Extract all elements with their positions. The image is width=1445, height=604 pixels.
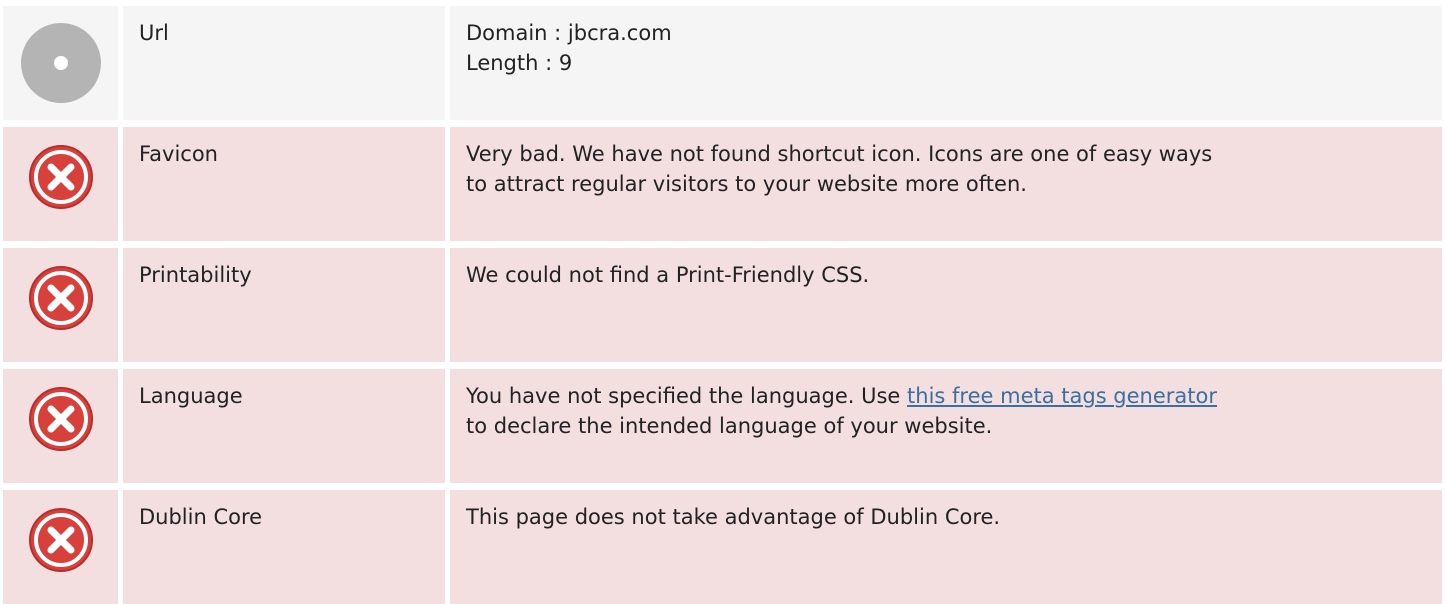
error-x-icon bbox=[28, 507, 94, 604]
row-description: Domain : jbcra.com Length : 9 bbox=[450, 6, 1442, 120]
neutral-dot-icon bbox=[20, 23, 101, 120]
error-x-icon bbox=[28, 265, 94, 362]
text-before-link: You have not specified the language. Use bbox=[466, 384, 908, 408]
status-cell bbox=[3, 6, 118, 120]
domain-line: Domain : jbcra.com bbox=[466, 21, 672, 45]
description-line: to attract regular visitors to your webs… bbox=[466, 172, 1027, 196]
error-x-icon bbox=[28, 144, 94, 241]
description-line: This page does not take advantage of Dub… bbox=[466, 505, 1001, 529]
description-line: We could not find a Print-Friendly CSS. bbox=[466, 263, 870, 287]
length-line: Length : 9 bbox=[466, 51, 573, 75]
row-description: You have not specified the language. Use… bbox=[450, 369, 1442, 483]
meta-tags-generator-link[interactable]: this free meta tags generator bbox=[907, 384, 1217, 408]
report-row-dublin-core: Dublin Core This page does not take adva… bbox=[3, 490, 1442, 604]
report-row-url: Url Domain : jbcra.com Length : 9 bbox=[3, 6, 1442, 120]
status-cell bbox=[3, 490, 118, 604]
row-description: Very bad. We have not found shortcut ico… bbox=[450, 127, 1442, 241]
row-label: Language bbox=[123, 369, 445, 483]
report-row-language: Language You have not specified the lang… bbox=[3, 369, 1442, 483]
row-label: Url bbox=[123, 6, 445, 120]
description-line: You have not specified the language. Use… bbox=[466, 381, 1428, 411]
status-cell bbox=[3, 127, 118, 241]
row-description: We could not find a Print-Friendly CSS. bbox=[450, 248, 1442, 362]
error-x-icon bbox=[28, 386, 94, 483]
description-line: Very bad. We have not found shortcut ico… bbox=[466, 142, 1213, 166]
seo-report-table: Url Domain : jbcra.com Length : 9 Favico… bbox=[3, 0, 1442, 604]
row-label: Printability bbox=[123, 248, 445, 362]
report-row-favicon: Favicon Very bad. We have not found shor… bbox=[3, 127, 1442, 241]
row-description: This page does not take advantage of Dub… bbox=[450, 490, 1442, 604]
text-after-link: to declare the intended language of your… bbox=[466, 414, 993, 438]
report-row-printability: Printability We could not find a Print-F… bbox=[3, 248, 1442, 362]
row-label: Dublin Core bbox=[123, 490, 445, 604]
status-cell bbox=[3, 248, 118, 362]
status-cell bbox=[3, 369, 118, 483]
row-label: Favicon bbox=[123, 127, 445, 241]
